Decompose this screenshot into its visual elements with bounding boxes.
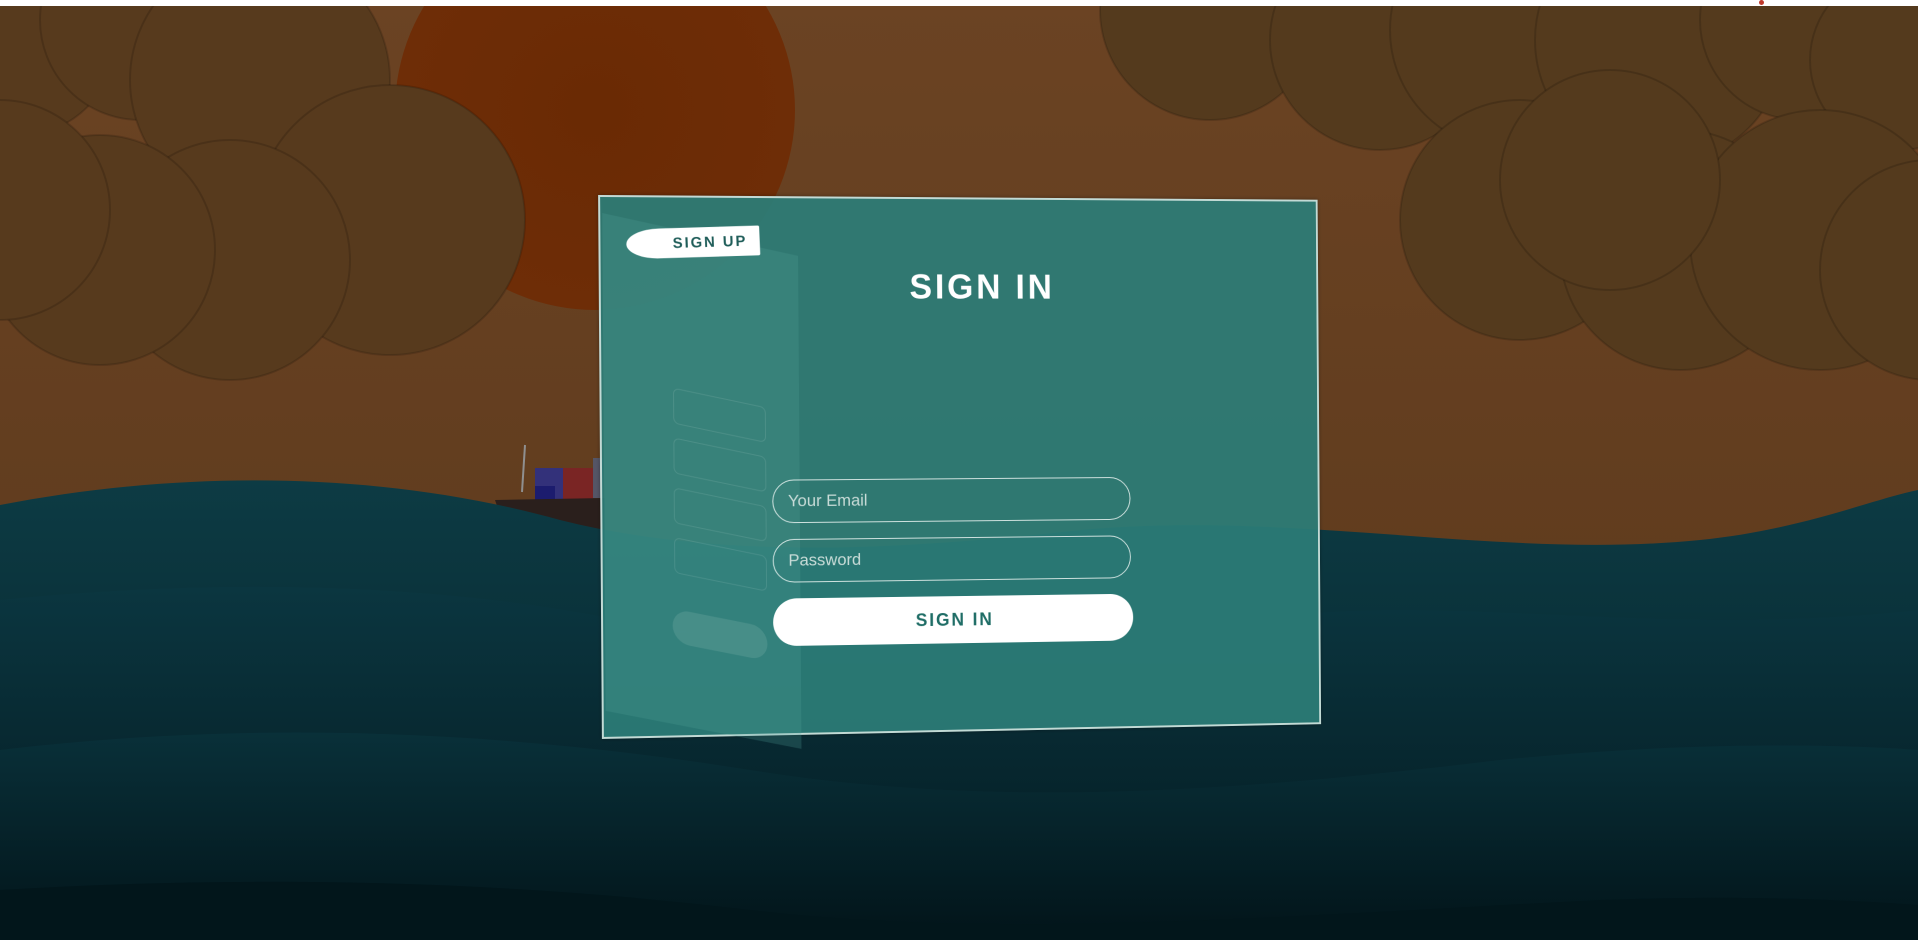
email-field[interactable] (772, 476, 1131, 524)
ghost-field (673, 487, 767, 543)
title-container: SIGN IN (798, 198, 1163, 307)
password-field[interactable] (772, 535, 1132, 583)
signup-tab-label: SIGN UP (672, 232, 748, 252)
page-title: SIGN IN (909, 267, 1055, 307)
signup-panel-ghost (602, 213, 802, 749)
indicator-dot (1759, 0, 1764, 5)
ghost-field (674, 537, 768, 592)
signup-tab-button[interactable]: SIGN UP (625, 225, 761, 260)
ghost-field (673, 437, 767, 493)
sign-in-button[interactable]: SIGN IN (772, 593, 1134, 647)
login-card: SIGN UP SIGN IN SIGN IN (598, 194, 1322, 749)
top-bar (0, 0, 1918, 6)
ghost-field (672, 387, 767, 443)
ghost-button (672, 608, 768, 662)
